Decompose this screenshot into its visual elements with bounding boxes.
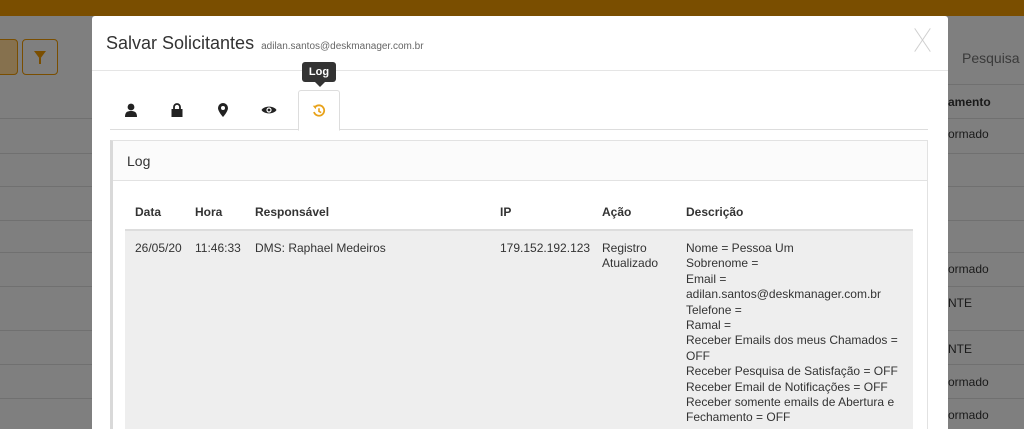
col-header-responsavel: Responsável — [245, 197, 490, 231]
tab-location[interactable] — [202, 90, 244, 130]
modal-title: Salvar Solicitantes adilan.santos@deskma… — [106, 33, 424, 54]
user-icon — [125, 103, 137, 117]
tab-log[interactable] — [298, 90, 340, 131]
log-panel: Log Data Hora Responsável IP Ação Descri… — [110, 140, 928, 429]
eye-icon — [261, 106, 277, 114]
cell-acao: Registro Atualizado — [592, 230, 676, 429]
descricao-line: Sobrenome = — [686, 256, 759, 271]
descricao-line: Receber somente emails de Abertura e — [686, 395, 895, 410]
table-row: 26/05/20 11:46:33 DMS: Raphael Medeiros … — [125, 230, 913, 429]
bg-back-button — [0, 39, 18, 75]
col-header-descricao: Descrição — [676, 197, 913, 231]
bg-col-header: amento — [948, 95, 991, 109]
col-header-hora: Hora — [185, 197, 245, 231]
bg-cell: ormado — [948, 127, 989, 141]
descricao-line: Receber Emails dos meus Chamados = — [686, 333, 898, 348]
log-table: Data Hora Responsável IP Ação Descrição … — [125, 197, 913, 429]
tab-visibility[interactable] — [248, 90, 290, 130]
cell-ip: 179.152.192.123 — [490, 230, 592, 429]
save-requester-modal: Salvar Solicitantes adilan.santos@deskma… — [92, 16, 948, 429]
modal-tabs — [110, 90, 928, 131]
acao-line: Registro — [602, 241, 647, 255]
cell-descricao: Nome = Pessoa Um Sobrenome = Email = adi… — [676, 230, 913, 429]
acao-line: Atualizado — [602, 256, 659, 271]
col-header-data: Data — [125, 197, 185, 231]
descricao-line: Receber Email de Notificações = OFF — [686, 379, 888, 394]
bg-cell: NTE — [948, 342, 972, 356]
bg-cell: NTE — [948, 296, 972, 310]
history-icon — [312, 104, 326, 117]
col-header-ip: IP — [490, 197, 592, 231]
close-button[interactable] — [912, 26, 934, 54]
descricao-line: Fechamento = OFF — [686, 410, 791, 425]
descricao-line: Email = — [686, 271, 727, 286]
tab-security[interactable] — [156, 90, 198, 130]
bg-cell: ormado — [948, 375, 989, 389]
cell-data: 26/05/20 — [125, 230, 185, 429]
modal-title-text: Salvar Solicitantes — [106, 33, 255, 53]
bg-cell: ormado — [948, 408, 989, 422]
table-header-row: Data Hora Responsável IP Ação Descrição — [125, 197, 913, 231]
app-topbar — [0, 0, 1024, 16]
filter-icon — [34, 51, 46, 64]
cell-hora: 11:46:33 — [185, 230, 245, 429]
lock-icon — [171, 103, 183, 117]
col-header-acao: Ação — [592, 197, 676, 231]
cell-responsavel: DMS: Raphael Medeiros — [245, 230, 490, 429]
descricao-line: adilan.santos@deskmanager.com.br — [686, 287, 881, 302]
descricao-line: Ramal = — [686, 318, 732, 333]
map-marker-icon — [218, 103, 228, 117]
descricao-line: Telefone = — [686, 302, 742, 317]
bg-filter-button — [22, 39, 58, 75]
modal-subtitle: adilan.santos@deskmanager.com.br — [261, 41, 424, 52]
modal-header: Salvar Solicitantes adilan.santos@deskma… — [92, 16, 948, 71]
descricao-line: Nome = Pessoa Um — [686, 241, 794, 255]
bg-search-text: Pesquisa — [962, 50, 1020, 66]
bg-cell: ormado — [948, 262, 989, 276]
tab-user[interactable] — [110, 90, 152, 130]
tab-tooltip: Log — [302, 62, 336, 87]
panel-title: Log — [113, 141, 927, 181]
descricao-line: OFF — [686, 348, 710, 363]
descricao-line: Receber Pesquisa de Satisfação = OFF — [686, 364, 898, 379]
